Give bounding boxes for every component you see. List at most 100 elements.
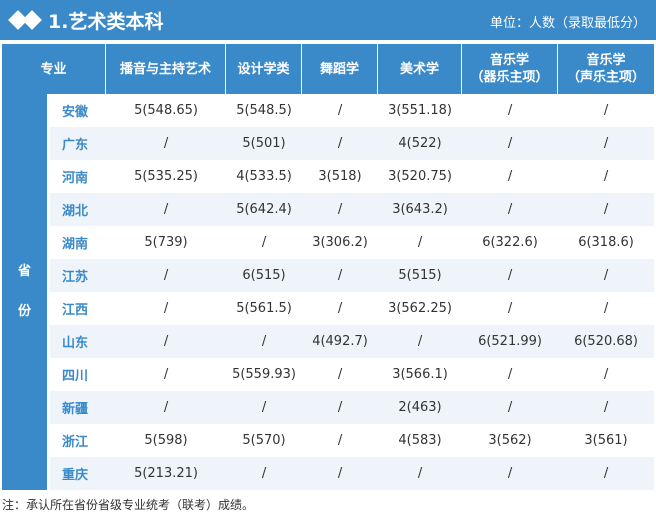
cell-design: / bbox=[226, 325, 303, 358]
cell-broadcasting: / bbox=[163, 301, 169, 316]
cell-music-instrumental: 3(562) bbox=[488, 433, 532, 448]
cell-fine-arts: 3(566.1) bbox=[392, 367, 448, 382]
cell-fine-arts: 3(551.18) bbox=[388, 103, 452, 118]
cell-music-instrumental: / bbox=[507, 367, 513, 382]
cell-fine-arts: 2(463) bbox=[378, 391, 463, 424]
province-name: 重庆 bbox=[50, 457, 107, 490]
cell-design: 5(559.93) bbox=[232, 367, 296, 382]
table-row: 浙江 5(598) 5(570) / 4(583) 3(562) 3(561) bbox=[2, 424, 654, 457]
cell-broadcasting: 5(548.65) bbox=[134, 103, 198, 118]
table-row: 省份 安徽 5(548.65) 5(548.5) / 3(551.18) / / bbox=[2, 94, 654, 490]
cell-music-instrumental: 6(322.6) bbox=[482, 235, 538, 250]
cell-music-vocal: / bbox=[558, 127, 655, 160]
cell-music-vocal: / bbox=[558, 259, 655, 292]
cell-music-instrumental: / bbox=[462, 193, 559, 226]
cell-design: 5(561.5) bbox=[236, 301, 292, 316]
cell-music-instrumental: / bbox=[507, 103, 513, 118]
cell-fine-arts: / bbox=[378, 457, 463, 490]
table-row: 江西 / 5(561.5) / 3(562.25) / / bbox=[2, 292, 654, 325]
cell-music-vocal: 6(318.6) bbox=[578, 235, 634, 250]
cell-music-vocal: / bbox=[603, 103, 609, 118]
cell-dance: / bbox=[337, 433, 343, 448]
cell-broadcasting: / bbox=[106, 325, 227, 358]
table-row: 江苏 / 6(515) / 5(515) / / bbox=[2, 259, 655, 292]
table-row: 河南 5(535.25) 4(533.5) 3(518) 3(520.75) /… bbox=[2, 160, 654, 193]
cell-music-vocal: / bbox=[558, 193, 655, 226]
cell-dance: 3(306.2) bbox=[312, 235, 368, 250]
header-dance: 舞蹈学 bbox=[302, 44, 379, 94]
province-side-label: 省份 bbox=[2, 94, 50, 490]
header-design: 设计学类 bbox=[226, 44, 303, 94]
cell-fine-arts: / bbox=[417, 235, 423, 250]
province-name: 山东 bbox=[50, 325, 107, 358]
province-name: 江西 bbox=[62, 303, 89, 318]
cell-design: 5(548.5) bbox=[236, 103, 292, 118]
cell-design: / bbox=[226, 391, 303, 424]
cell-broadcasting: 5(739) bbox=[144, 235, 188, 250]
cell-design: 5(501) bbox=[226, 127, 303, 160]
cell-fine-arts: 4(583) bbox=[398, 433, 442, 448]
cell-dance: 4(492.7) bbox=[302, 325, 379, 358]
table-header-row: 专业 播音与主持艺术 设计学类 舞蹈学 美术学 音乐学 （器乐主项） 音乐学 （声乐… bbox=[2, 44, 655, 94]
cell-dance: / bbox=[302, 259, 379, 292]
cell-broadcasting: / bbox=[163, 367, 169, 382]
cell-fine-arts: / bbox=[378, 325, 463, 358]
province-name: 四川 bbox=[62, 369, 89, 384]
section-header: 1.艺术类本科 单位：人数（录取最低分） bbox=[0, 0, 656, 40]
province-name: 湖北 bbox=[50, 193, 107, 226]
cell-fine-arts: 4(522) bbox=[378, 127, 463, 160]
cell-broadcasting: / bbox=[106, 391, 227, 424]
cell-broadcasting: / bbox=[106, 127, 227, 160]
cell-broadcasting: 5(213.21) bbox=[106, 457, 227, 490]
table-row: 新疆 / / / 2(463) / / bbox=[2, 391, 655, 424]
cell-design: / bbox=[261, 235, 267, 250]
cell-design: 4(533.5) bbox=[236, 169, 292, 184]
province-name: 新疆 bbox=[50, 391, 107, 424]
cell-dance: / bbox=[337, 301, 343, 316]
cell-music-vocal: / bbox=[603, 169, 609, 184]
cell-fine-arts: 5(515) bbox=[378, 259, 463, 292]
table-row: 湖北 / 5(642.4) / 3(643.2) / / bbox=[2, 193, 655, 226]
cell-music-vocal: / bbox=[558, 457, 655, 490]
table-row: 湖南 5(739) / 3(306.2) / 6(322.6) 6(318.6) bbox=[2, 226, 654, 259]
province-name: 湖南 bbox=[62, 237, 89, 252]
table-row: 四川 / 5(559.93) / 3(566.1) / / bbox=[2, 358, 654, 391]
cell-broadcasting: / bbox=[106, 259, 227, 292]
cell-music-vocal: 6(520.68) bbox=[558, 325, 655, 358]
header-music-vocal: 音乐学 （声乐主项） bbox=[558, 44, 655, 94]
province-name: 安徽 bbox=[62, 105, 89, 120]
header-fine-arts: 美术学 bbox=[378, 44, 463, 94]
cell-music-instrumental: / bbox=[507, 301, 513, 316]
cell-dance: 3(518) bbox=[318, 169, 362, 184]
cell-music-instrumental: / bbox=[462, 127, 559, 160]
cell-music-instrumental: / bbox=[507, 169, 513, 184]
cell-dance: / bbox=[337, 103, 343, 118]
cell-broadcasting: 5(535.25) bbox=[134, 169, 198, 184]
header-music-instrumental: 音乐学 （器乐主项） bbox=[462, 44, 559, 94]
header-major: 专业 bbox=[2, 44, 107, 94]
cell-design: 6(515) bbox=[226, 259, 303, 292]
section-title: 1.艺术类本科 bbox=[48, 10, 164, 33]
cell-fine-arts: 3(643.2) bbox=[378, 193, 463, 226]
cell-dance: / bbox=[337, 367, 343, 382]
cell-dance: / bbox=[302, 457, 379, 490]
footnote: 注：承认所在省份省级专业统考（联考）成绩。 bbox=[2, 498, 255, 512]
province-name: 浙江 bbox=[62, 435, 89, 450]
province-name: 江苏 bbox=[50, 259, 107, 292]
cell-dance: / bbox=[302, 127, 379, 160]
cell-broadcasting: 5(598) bbox=[144, 433, 188, 448]
table-row: 重庆 5(213.21) / / / / / bbox=[2, 457, 655, 490]
cell-design: 5(642.4) bbox=[226, 193, 303, 226]
cell-fine-arts: 3(562.25) bbox=[388, 301, 452, 316]
table-row: 山东 / / 4(492.7) / 6(521.99) 6(520.68) bbox=[2, 325, 655, 358]
diamond-icon bbox=[6, 0, 46, 40]
admission-table: 专业 播音与主持艺术 设计学类 舞蹈学 美术学 音乐学 （器乐主项） 音乐学 （声乐… bbox=[2, 44, 655, 490]
header-broadcasting: 播音与主持艺术 bbox=[106, 44, 227, 94]
cell-music-vocal: / bbox=[603, 301, 609, 316]
cell-music-instrumental: / bbox=[462, 391, 559, 424]
cell-music-vocal: 3(561) bbox=[584, 433, 628, 448]
province-name: 河南 bbox=[62, 171, 89, 186]
cell-music-instrumental: / bbox=[462, 457, 559, 490]
table-row: 广东 / 5(501) / 4(522) / / bbox=[2, 127, 655, 160]
cell-dance: / bbox=[302, 193, 379, 226]
